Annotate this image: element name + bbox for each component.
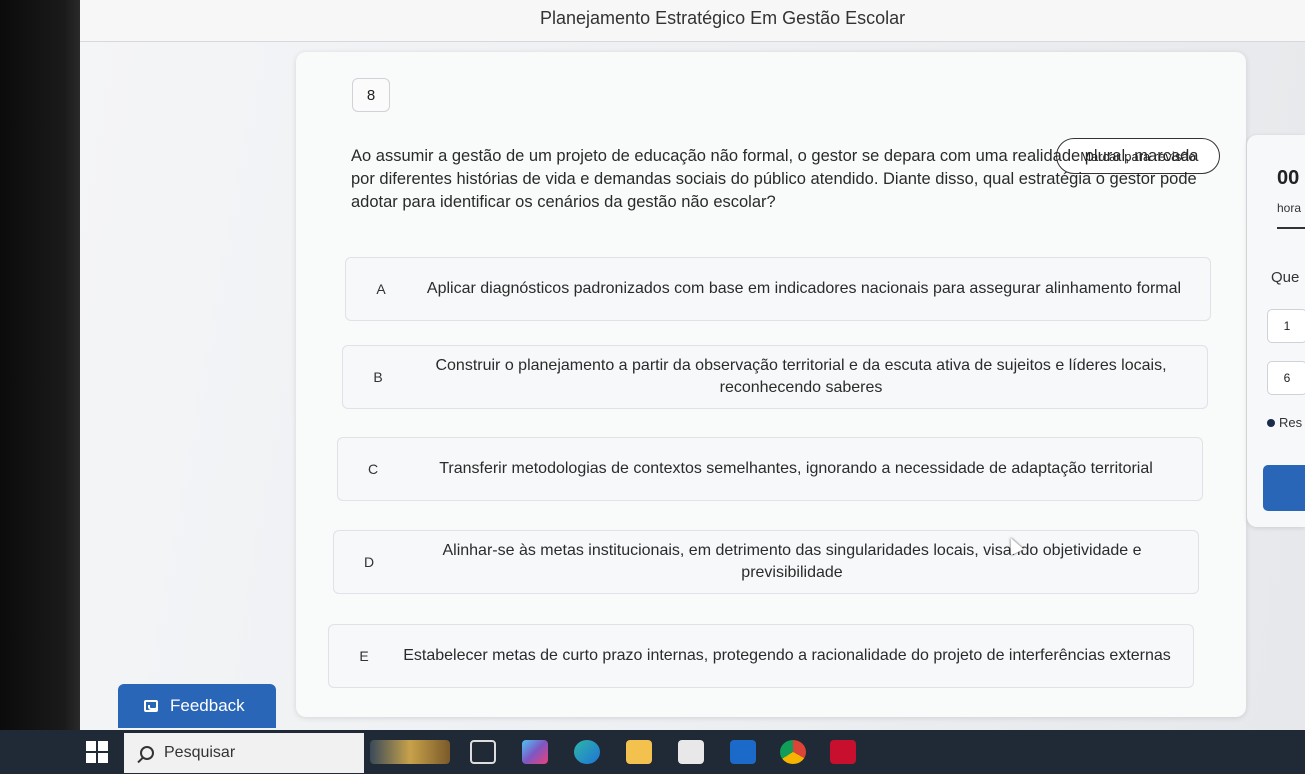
option-b[interactable]: B Construir o planejamento a partir da o… xyxy=(342,345,1208,409)
windows-start-icon[interactable] xyxy=(86,741,108,763)
answered-label: Res xyxy=(1279,415,1303,430)
side-panel: 00 hora Que 1 6 Res xyxy=(1247,135,1305,527)
option-letter: D xyxy=(363,554,375,570)
submit-button[interactable] xyxy=(1263,465,1305,511)
taskbar: Pesquisar xyxy=(0,730,1305,774)
timer-divider xyxy=(1277,227,1305,229)
option-text: Estabelecer metas de curto prazo interna… xyxy=(403,647,1171,664)
screen-bezel xyxy=(0,0,80,774)
question-number: 8 xyxy=(352,78,390,112)
feedback-icon xyxy=(144,700,158,712)
feedback-button[interactable]: Feedback xyxy=(118,684,276,728)
answered-dot-icon xyxy=(1267,419,1275,427)
mcafee-icon[interactable] xyxy=(830,740,856,764)
option-letter: A xyxy=(376,281,386,297)
store-icon[interactable] xyxy=(678,740,704,764)
search-icon xyxy=(140,746,154,760)
option-letter: B xyxy=(373,369,383,385)
option-d[interactable]: D Alinhar-se às metas institucionais, em… xyxy=(333,530,1199,594)
copilot-icon[interactable] xyxy=(522,740,548,764)
taskbar-search-input[interactable]: Pesquisar xyxy=(124,733,364,773)
search-highlight-icon[interactable] xyxy=(370,740,450,764)
top-bar: Planejamento Estratégico Em Gestão Escol… xyxy=(80,0,1305,42)
option-text: Aplicar diagnósticos padronizados com ba… xyxy=(426,280,1182,297)
timer-value: 00 xyxy=(1277,167,1300,189)
outlook-icon[interactable] xyxy=(730,740,756,764)
task-view-icon[interactable] xyxy=(470,740,496,764)
page-title: Planejamento Estratégico Em Gestão Escol… xyxy=(540,8,906,28)
edge-icon[interactable] xyxy=(574,740,600,764)
question-nav-1[interactable]: 1 xyxy=(1267,309,1305,343)
option-text: Alinhar-se às metas institucionais, em d… xyxy=(442,542,1142,581)
questions-label: Que xyxy=(1271,269,1300,286)
feedback-label: Feedback xyxy=(170,696,245,715)
option-e[interactable]: E Estabelecer metas de curto prazo inter… xyxy=(328,624,1194,688)
question-nav-6[interactable]: 6 xyxy=(1267,361,1305,395)
option-a[interactable]: A Aplicar diagnósticos padronizados com … xyxy=(345,257,1211,321)
option-text: Construir o planejamento a partir da obs… xyxy=(435,357,1167,396)
file-explorer-icon[interactable] xyxy=(626,740,652,764)
option-letter: C xyxy=(367,461,379,477)
option-letter: E xyxy=(359,648,369,664)
question-text: Ao assumir a gestão de um projeto de edu… xyxy=(351,147,1199,211)
chrome-icon[interactable] xyxy=(780,740,806,764)
option-c[interactable]: C Transferir metodologias de contextos s… xyxy=(337,437,1203,501)
search-placeholder: Pesquisar xyxy=(164,744,236,761)
option-text: Transferir metodologias de contextos sem… xyxy=(439,460,1153,477)
timer-unit: hora xyxy=(1277,201,1302,215)
